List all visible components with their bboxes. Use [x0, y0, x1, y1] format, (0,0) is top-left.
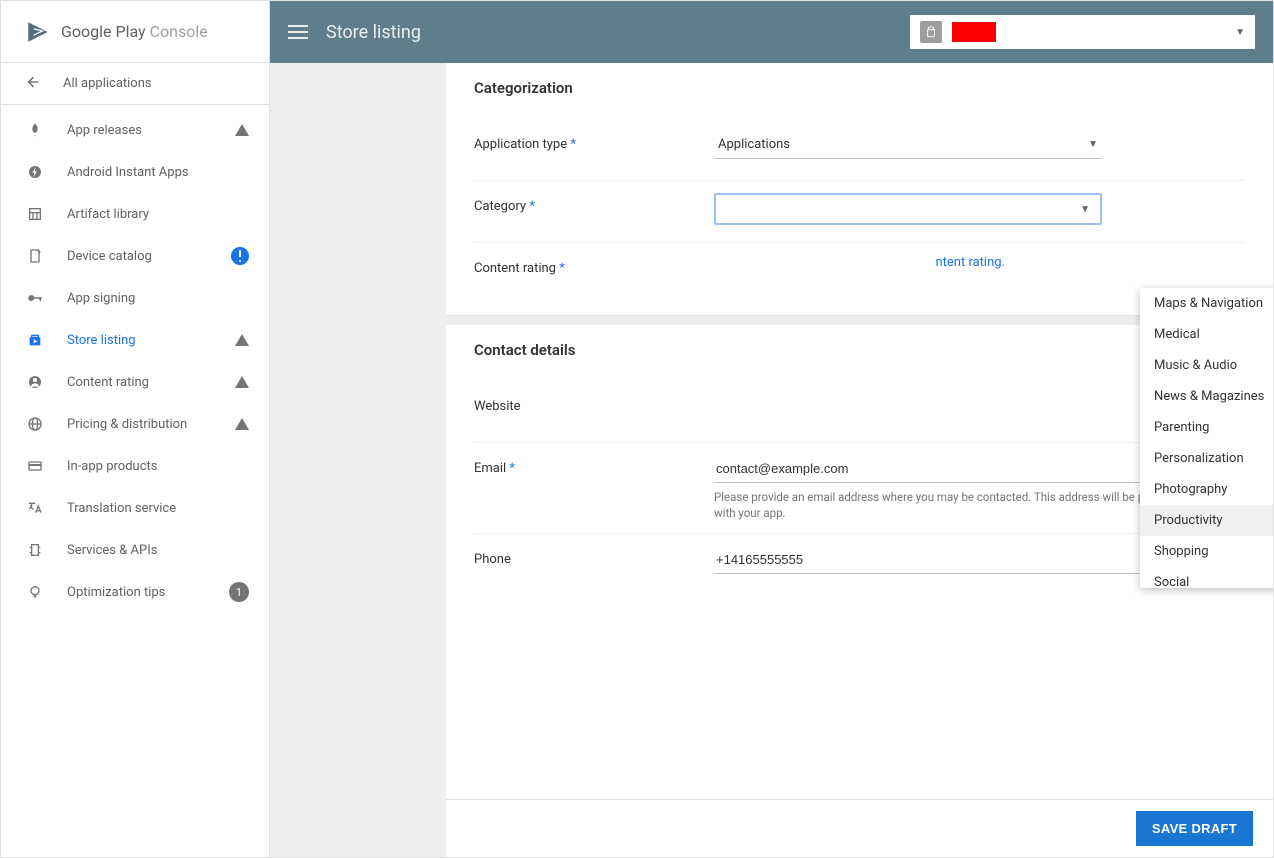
field-email: Email * Please provide an email address … — [474, 443, 1245, 534]
nav-item-translation[interactable]: Translation service — [1, 487, 269, 529]
nav-item-iap[interactable]: In-app products — [1, 445, 269, 487]
dropdown-option-highlighted[interactable]: Productivity — [1140, 505, 1273, 536]
nav-list: App releases Android Instant Apps Artifa… — [1, 105, 269, 613]
nav-label: Device catalog — [67, 249, 152, 264]
main: Store listing ▼ Categorization Applicati… — [270, 1, 1273, 857]
nav-item-app-signing[interactable]: App signing — [1, 277, 269, 319]
category-dropdown[interactable]: ▼ — [714, 193, 1102, 225]
rocket-icon — [25, 122, 45, 138]
api-icon — [25, 542, 45, 558]
field-label: Website — [474, 393, 714, 414]
nav-label: Content rating — [67, 375, 149, 390]
field-category: Category * ▼ — [474, 181, 1245, 243]
dropdown-option[interactable]: Parenting — [1140, 412, 1273, 443]
nav-item-optimization[interactable]: Optimization tips 1 — [1, 571, 269, 613]
dropdown-option[interactable]: Shopping — [1140, 536, 1273, 567]
nav-item-store-listing[interactable]: Store listing — [1, 319, 269, 361]
nav-item-artifact-library[interactable]: Artifact library — [1, 193, 269, 235]
dropdown-list: Maps & Navigation Medical Music & Audio … — [1140, 288, 1273, 588]
nav-item-instant-apps[interactable]: Android Instant Apps — [1, 151, 269, 193]
dropdown-option[interactable]: Photography — [1140, 474, 1273, 505]
nav-all-label: All applications — [63, 76, 152, 91]
chevron-down-icon: ▼ — [1080, 204, 1090, 215]
library-icon — [25, 206, 45, 222]
translate-icon — [25, 500, 45, 516]
nav-item-services[interactable]: Services & APIs — [1, 529, 269, 571]
section-categorization: Categorization Application type * Applic… — [446, 63, 1273, 315]
dropdown-option[interactable]: News & Magazines — [1140, 381, 1273, 412]
card-icon — [25, 458, 45, 474]
nav-item-content-rating[interactable]: Content rating — [1, 361, 269, 403]
nav-all-applications[interactable]: All applications — [1, 63, 269, 105]
footer: SAVE DRAFT — [446, 799, 1273, 857]
globe-icon — [25, 416, 45, 432]
chevron-down-icon: ▼ — [1235, 27, 1245, 38]
app-selector[interactable]: ▼ — [910, 15, 1255, 49]
warning-icon — [235, 418, 249, 430]
arrow-left-icon — [25, 74, 41, 94]
field-application-type: Application type * Applications ▼ — [474, 119, 1245, 181]
dropdown-option[interactable]: Personalization — [1140, 443, 1273, 474]
category-dropdown-popup: Maps & Navigation Medical Music & Audio … — [1140, 288, 1273, 588]
store-icon — [25, 332, 45, 348]
dropdown-option[interactable]: Social — [1140, 567, 1273, 588]
field-label: Category * — [474, 193, 714, 214]
left-gutter — [270, 63, 446, 857]
warning-icon — [235, 124, 249, 136]
device-icon — [25, 248, 45, 264]
nav-label: Translation service — [67, 501, 176, 516]
key-icon — [25, 289, 45, 307]
dropdown-option[interactable]: Music & Audio — [1140, 350, 1273, 381]
content-rating-link[interactable]: ntent rating. — [935, 255, 1005, 270]
nav-item-pricing[interactable]: Pricing & distribution — [1, 403, 269, 445]
app-name-redacted — [952, 22, 996, 42]
application-type-dropdown[interactable]: Applications ▼ — [714, 131, 1102, 159]
nav-label: Optimization tips — [67, 585, 165, 600]
page-title: Store listing — [326, 22, 421, 43]
chevron-down-icon: ▼ — [1088, 139, 1098, 150]
sidebar: Google Play Console All applications App… — [1, 1, 270, 857]
field-label: Application type * — [474, 131, 714, 152]
dropdown-option[interactable]: Medical — [1140, 319, 1273, 350]
alert-icon — [231, 247, 249, 265]
field-content-rating: Content rating * ntent rating. — [474, 243, 1245, 305]
nav-label: Services & APIs — [67, 543, 157, 558]
nav-label: App releases — [67, 123, 142, 138]
nav-label: Pricing & distribution — [67, 417, 187, 432]
topbar: Store listing ▼ — [270, 1, 1273, 63]
bulb-icon — [25, 584, 45, 600]
nav-label: Store listing — [67, 333, 136, 348]
rating-icon — [25, 374, 45, 390]
nav-label: Artifact library — [67, 207, 149, 222]
section-title: Contact details — [474, 341, 1245, 359]
field-phone: Phone — [474, 534, 1245, 596]
play-logo-icon — [25, 19, 51, 45]
logo-text: Google Play Console — [61, 22, 208, 41]
hamburger-icon[interactable] — [288, 25, 308, 39]
field-label: Email * — [474, 455, 714, 476]
warning-icon — [235, 376, 249, 388]
nav-label: In-app products — [67, 459, 157, 474]
dropdown-option[interactable]: Maps & Navigation — [1140, 288, 1273, 319]
field-label: Content rating * — [474, 255, 714, 276]
nav-item-device-catalog[interactable]: Device catalog — [1, 235, 269, 277]
android-icon — [920, 21, 942, 43]
nav-label: App signing — [67, 291, 135, 306]
count-badge: 1 — [229, 582, 249, 602]
save-draft-button[interactable]: SAVE DRAFT — [1136, 811, 1253, 846]
section-title: Categorization — [474, 79, 1245, 97]
nav-item-app-releases[interactable]: App releases — [1, 109, 269, 151]
warning-icon — [235, 334, 249, 346]
nav-label: Android Instant Apps — [67, 165, 189, 180]
dropdown-value: Applications — [718, 137, 790, 152]
bolt-icon — [25, 164, 45, 180]
field-label: Phone — [474, 546, 714, 567]
field-website: Website — [474, 381, 1245, 443]
form-area: Categorization Application type * Applic… — [446, 63, 1273, 857]
logo: Google Play Console — [1, 1, 269, 63]
